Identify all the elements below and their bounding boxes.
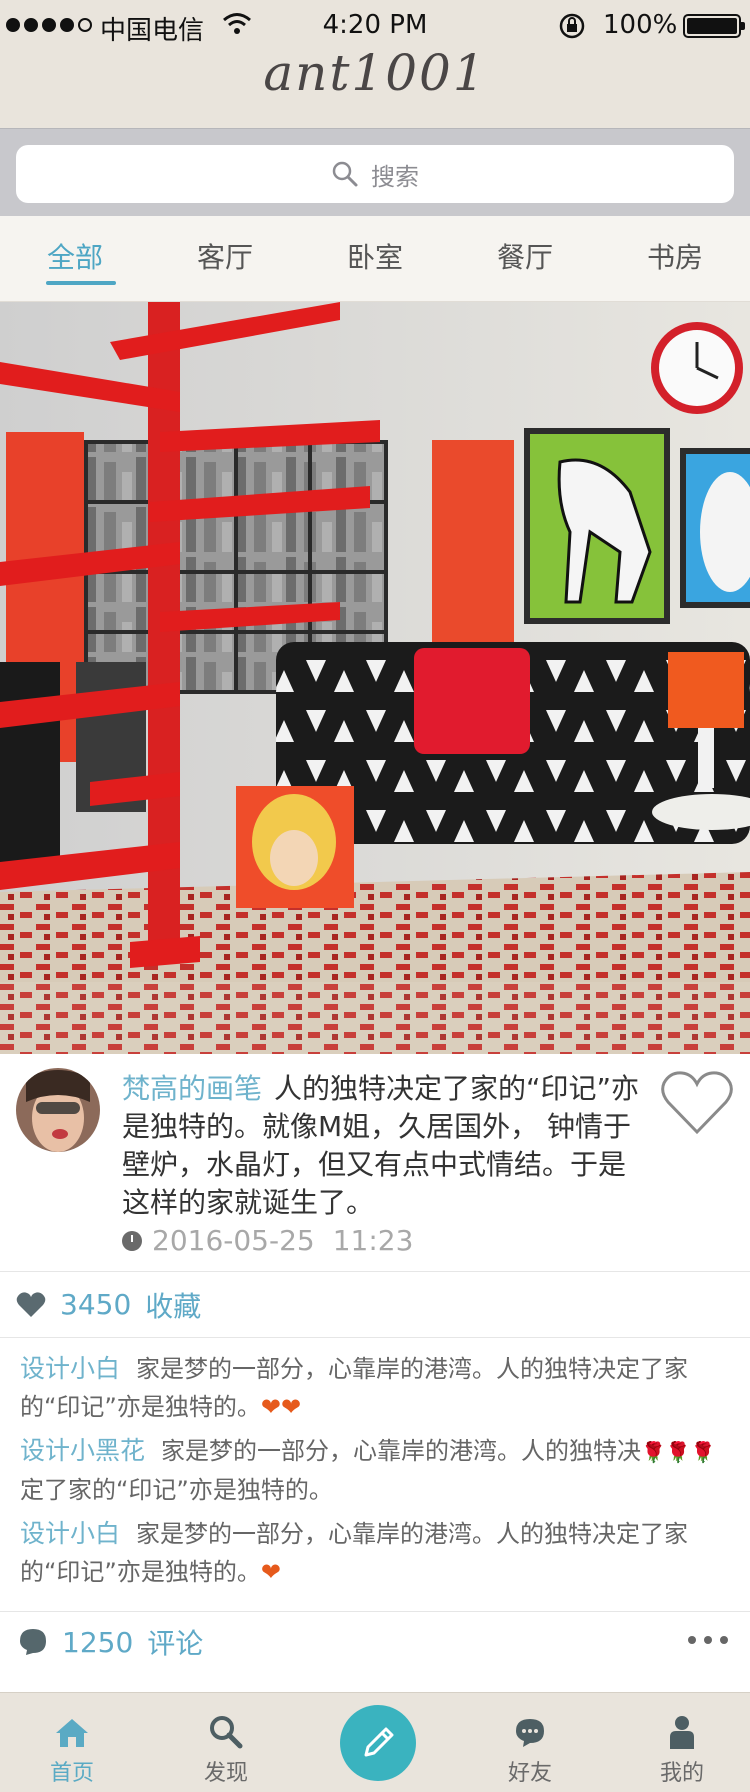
post-date: 2016-05-25	[152, 1224, 315, 1257]
comment-item: 设计小黑花 家是梦的一部分，心靠岸的港湾。人的独特决🌹🌹🌹 定了家的“印记”亦是独特…	[20, 1432, 730, 1509]
favorites-count: 3450	[60, 1288, 132, 1321]
heart-emoji-icon: ❤	[260, 1558, 281, 1586]
comment-author[interactable]: 设计小白	[20, 1519, 120, 1548]
comment-author[interactable]: 设计小白	[20, 1354, 120, 1383]
search-icon	[210, 1716, 243, 1749]
favorites-label: 收藏	[145, 1289, 202, 1323]
nav-discover-label: 发现	[203, 1761, 248, 1786]
app-logo: ant1001	[263, 44, 487, 102]
heart-emoji-icon: ❤❤	[260, 1393, 302, 1421]
avatar[interactable]	[16, 1068, 100, 1152]
tab-bedroom[interactable]: 卧室	[300, 216, 450, 301]
post-photo[interactable]	[0, 302, 750, 1054]
nav-home-label: 首页	[49, 1761, 94, 1786]
search-bar: 搜索	[0, 128, 750, 216]
rotation-lock-icon	[559, 13, 585, 39]
search-input[interactable]: 搜索	[16, 145, 734, 203]
like-heart-icon[interactable]	[660, 1070, 734, 1136]
pencil-icon	[364, 1727, 394, 1757]
battery-icon	[683, 14, 745, 38]
bottom-navigation: 首页 发现 好友 我的	[0, 1692, 750, 1792]
post-timestamp: 2016-05-25 11:23	[122, 1224, 413, 1257]
post-card: 梵高的画笔 人的独特决定了家的“印记”亦是独特的。就像M姐，久居国外， 钟情于壁炉…	[0, 1054, 750, 1272]
tab-dining-room[interactable]: 餐厅	[450, 216, 600, 301]
comments-list: 设计小白 家是梦的一部分，心靠岸的港湾。人的独特决定了家的“印记”亦是独特的。❤❤…	[0, 1338, 750, 1612]
home-icon	[56, 1719, 88, 1747]
post-body: 梵高的画笔 人的独特决定了家的“印记”亦是独特的。就像M姐，久居国外， 钟情于壁炉…	[122, 1070, 642, 1222]
nav-profile-label: 我的	[659, 1761, 704, 1786]
comment-bubble-icon	[20, 1629, 46, 1655]
more-options-icon[interactable]	[688, 1636, 728, 1644]
post-author[interactable]: 梵高的画笔	[122, 1072, 262, 1105]
search-icon	[332, 161, 358, 187]
person-icon	[670, 1716, 694, 1749]
heart-icon	[16, 1291, 46, 1317]
battery-percentage: 100%	[603, 10, 678, 40]
favorites-row[interactable]: 3450 收藏	[0, 1272, 750, 1338]
post-time: 11:23	[332, 1224, 414, 1257]
comment-author[interactable]: 设计小黑花	[20, 1436, 145, 1465]
comment-text: 家是梦的一部分，心靠岸的港湾。人的独特决	[161, 1437, 642, 1465]
category-tabs: 全部 客厅 卧室 餐厅 书房	[0, 216, 750, 302]
search-placeholder: 搜索	[371, 162, 419, 191]
app-header: 中国电信 4:20 PM 100% ant1001	[0, 0, 750, 128]
tab-living-room[interactable]: 客厅	[150, 216, 300, 301]
nav-discover[interactable]: 发现	[166, 1693, 286, 1792]
chat-icon	[516, 1719, 544, 1747]
comment-item: 设计小白 家是梦的一部分，心靠岸的港湾。人的独特决定了家的“印记”亦是独特的。❤	[20, 1515, 730, 1591]
rose-emoji-icon: 🌹🌹🌹	[641, 1440, 716, 1464]
comments-count: 1250	[62, 1625, 134, 1659]
comment-text-continued: 定了家的“印记”亦是独特的。	[20, 1476, 333, 1504]
comments-label: 评论	[147, 1627, 204, 1660]
nav-home[interactable]: 首页	[12, 1693, 132, 1792]
tab-study[interactable]: 书房	[600, 216, 750, 301]
comment-text: 家是梦的一部分，心靠岸的港湾。人的独特决定了家的“印记”亦是独特的。	[20, 1520, 689, 1586]
comment-text: 家是梦的一部分，心靠岸的港湾。人的独特决定了家的“印记”亦是独特的。	[20, 1355, 689, 1421]
nav-friends-label: 好友	[507, 1761, 552, 1786]
nav-friends[interactable]: 好友	[470, 1693, 590, 1792]
comment-item: 设计小白 家是梦的一部分，心靠岸的港湾。人的独特决定了家的“印记”亦是独特的。❤❤	[20, 1350, 730, 1426]
comments-summary[interactable]: 1250 评论	[0, 1612, 750, 1672]
compose-button[interactable]	[340, 1705, 416, 1781]
nav-profile[interactable]: 我的	[622, 1693, 742, 1792]
tab-all[interactable]: 全部	[0, 216, 150, 301]
clock-icon	[122, 1230, 142, 1251]
